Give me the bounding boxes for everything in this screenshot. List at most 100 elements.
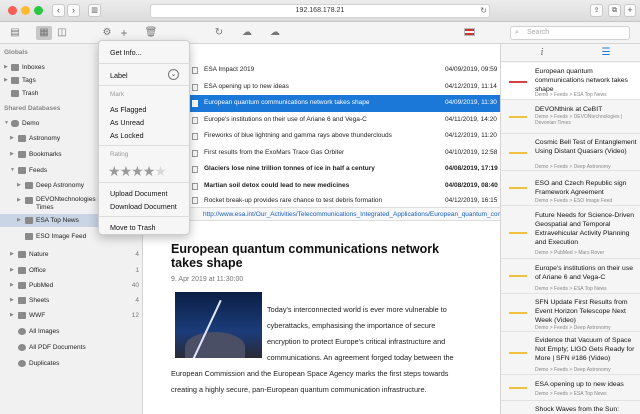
- see-also-item[interactable]: Shock Waves from the Sun:: [501, 401, 640, 414]
- context-menu: Get Info... Label ⌄ Mark As Flagged As U…: [98, 40, 191, 235]
- url-text: 192.168.178.21: [295, 7, 345, 14]
- zoom-window-button[interactable]: [34, 6, 43, 15]
- menu-header-rating: Rating: [110, 151, 129, 158]
- database-icon: [11, 120, 19, 127]
- see-also-item[interactable]: Europe's institutions on their use of Ar…: [501, 259, 640, 294]
- document-list: ESA Impact 2019 04/09/2019, 09:59 ESA op…: [143, 44, 500, 207]
- list-item[interactable]: ESA Impact 2019 04/09/2019, 09:59: [143, 62, 500, 79]
- article-text-line: encryption to protect Europe's critical …: [267, 337, 446, 346]
- close-window-button[interactable]: [8, 6, 17, 15]
- feed-icon: [25, 197, 33, 204]
- menu-item-as-locked[interactable]: As Locked: [110, 131, 144, 140]
- new-tab-icon[interactable]: +: [624, 4, 636, 17]
- download-icon[interactable]: ☁: [268, 26, 282, 40]
- refresh-icon[interactable]: ↻: [212, 26, 226, 40]
- article-text-line: Today's interconnected world is ever mor…: [267, 305, 447, 314]
- see-also-item[interactable]: Evidence that Vacuum of Space Not Empty;…: [501, 332, 640, 375]
- view-split-icon[interactable]: ◫: [55, 26, 69, 40]
- list-item[interactable]: Glaciers lose nine trillion tonnes of ic…: [143, 161, 500, 178]
- see-also-item[interactable]: DEVONthink at CeBIT Demo > Feeds > DEVON…: [501, 100, 640, 134]
- feed-icon: [25, 182, 33, 189]
- list-item[interactable]: Europe's institutions on their use of Ar…: [143, 112, 500, 129]
- address-bar[interactable]: 192.168.178.21 ↻: [150, 4, 490, 18]
- share-icon[interactable]: ⇪: [590, 4, 603, 17]
- star-icon[interactable]: ★: [108, 163, 121, 179]
- menu-item-download-document[interactable]: Download Document: [110, 202, 177, 211]
- upload-icon[interactable]: ☁: [240, 26, 254, 40]
- sidebar-item-all-pdf-documents[interactable]: All PDF Documents: [0, 341, 143, 354]
- sidebar-item-office[interactable]: ▶ Office 1: [0, 264, 143, 277]
- back-button[interactable]: ‹: [52, 4, 65, 17]
- document-icon: [192, 166, 198, 173]
- gear-icon[interactable]: ⚙: [100, 26, 114, 40]
- sidebar-item-duplicates[interactable]: Duplicates: [0, 357, 143, 370]
- see-also-icon[interactable]: ☰: [599, 46, 613, 60]
- article-image: [175, 292, 262, 358]
- see-also-item[interactable]: Cosmic Bell Test of Entanglement Using D…: [501, 134, 640, 171]
- list-item[interactable]: Fireworks of blue lightning and gamma ra…: [143, 128, 500, 145]
- star-icon[interactable]: ★: [154, 163, 167, 179]
- document-icon: [192, 116, 198, 124]
- document-icon: [192, 133, 198, 140]
- info-icon[interactable]: i: [535, 46, 549, 60]
- menu-item-label[interactable]: Label: [110, 71, 128, 80]
- reload-icon[interactable]: ↻: [480, 5, 487, 17]
- star-icon[interactable]: ★: [120, 163, 133, 179]
- sidebar-item-nature[interactable]: ▶ Nature 4: [0, 248, 143, 261]
- add-icon[interactable]: +: [117, 26, 131, 40]
- feed-icon: [25, 233, 33, 240]
- tag-icon: [11, 77, 19, 84]
- article-text-line: creating a highly secure, pan-European q…: [171, 385, 427, 394]
- chevron-down-icon[interactable]: ⌄: [168, 69, 179, 80]
- menu-item-move-to-trash[interactable]: Move to Trash: [110, 223, 156, 232]
- star-icon[interactable]: ★: [131, 163, 144, 179]
- trash-icon[interactable]: 🗑: [144, 26, 158, 40]
- search-icon: ⌕: [515, 29, 519, 36]
- smart-group-icon: [18, 360, 26, 367]
- shared-databases-header: Shared Databases: [4, 105, 61, 112]
- app-toolbar: ▤ ▦ ◫ ⚙ + 🗑 ↻ ☁ ☁ ⌕ Search: [0, 22, 640, 44]
- article-text-line: cyberattacks, emphasising the importance…: [267, 321, 436, 330]
- menu-item-get-info[interactable]: Get Info...: [110, 48, 142, 57]
- sidebar-item-pubmed[interactable]: ▶ PubMed 40: [0, 279, 143, 292]
- search-input[interactable]: ⌕ Search: [510, 26, 630, 40]
- list-item-selected[interactable]: European quantum communications network …: [143, 95, 500, 112]
- see-also-item[interactable]: Future Needs for Science-Driven Geospati…: [501, 206, 640, 259]
- trash-icon: [11, 90, 19, 97]
- group-icon: [18, 251, 26, 258]
- star-icon[interactable]: ★: [143, 163, 156, 179]
- view-columns-icon[interactable]: ▦: [36, 26, 52, 40]
- sidebar-item-wwf[interactable]: ▶ WWF 12: [0, 309, 143, 322]
- sidebar-toggle-icon[interactable]: ▥: [88, 4, 101, 17]
- see-also-item[interactable]: ESA opening up to new ideas Demo > Feeds…: [501, 375, 640, 401]
- document-url-link[interactable]: http://www.esa.int/Our_Activities/Teleco…: [143, 207, 500, 221]
- see-also-item[interactable]: ESO and Czech Republic sign Framework Ag…: [501, 171, 640, 206]
- view-mode-icon[interactable]: ▤: [8, 26, 22, 40]
- see-also-item[interactable]: European quantum communications network …: [501, 63, 640, 100]
- document-icon: [192, 83, 198, 91]
- minimize-window-button[interactable]: [21, 6, 30, 15]
- see-also-item[interactable]: SFN Update First Results from Event Hori…: [501, 294, 640, 332]
- list-item[interactable]: First results from the ExoMars Trace Gas…: [143, 145, 500, 162]
- group-icon: [18, 267, 26, 274]
- rating-stars[interactable]: ★★★★★: [108, 163, 167, 180]
- menu-item-as-unread[interactable]: As Unread: [110, 118, 144, 127]
- list-item[interactable]: Rocket break-up provides rare chance to …: [143, 194, 500, 207]
- tabs-overview-icon[interactable]: ⧉: [608, 4, 621, 17]
- sidebar-item-sheets[interactable]: ▶ Sheets 4: [0, 294, 143, 307]
- smart-group-icon: [18, 328, 26, 335]
- document-icon: [192, 197, 198, 204]
- document-icon: [192, 149, 198, 157]
- feed-icon: [25, 217, 33, 224]
- list-item[interactable]: Martian soil detox could lead to new med…: [143, 178, 500, 195]
- group-icon: [18, 135, 26, 142]
- group-icon: [18, 151, 26, 158]
- forward-button[interactable]: ›: [67, 4, 80, 17]
- group-icon: [18, 282, 26, 289]
- inbox-icon: [11, 64, 19, 71]
- menu-item-upload-document[interactable]: Upload Document: [110, 189, 168, 198]
- menu-item-as-flagged[interactable]: As Flagged: [110, 105, 146, 114]
- group-icon: [18, 297, 26, 304]
- list-item[interactable]: ESA opening up to new ideas 04/12/2019, …: [143, 79, 500, 96]
- sidebar-item-all-images[interactable]: All Images: [0, 325, 143, 338]
